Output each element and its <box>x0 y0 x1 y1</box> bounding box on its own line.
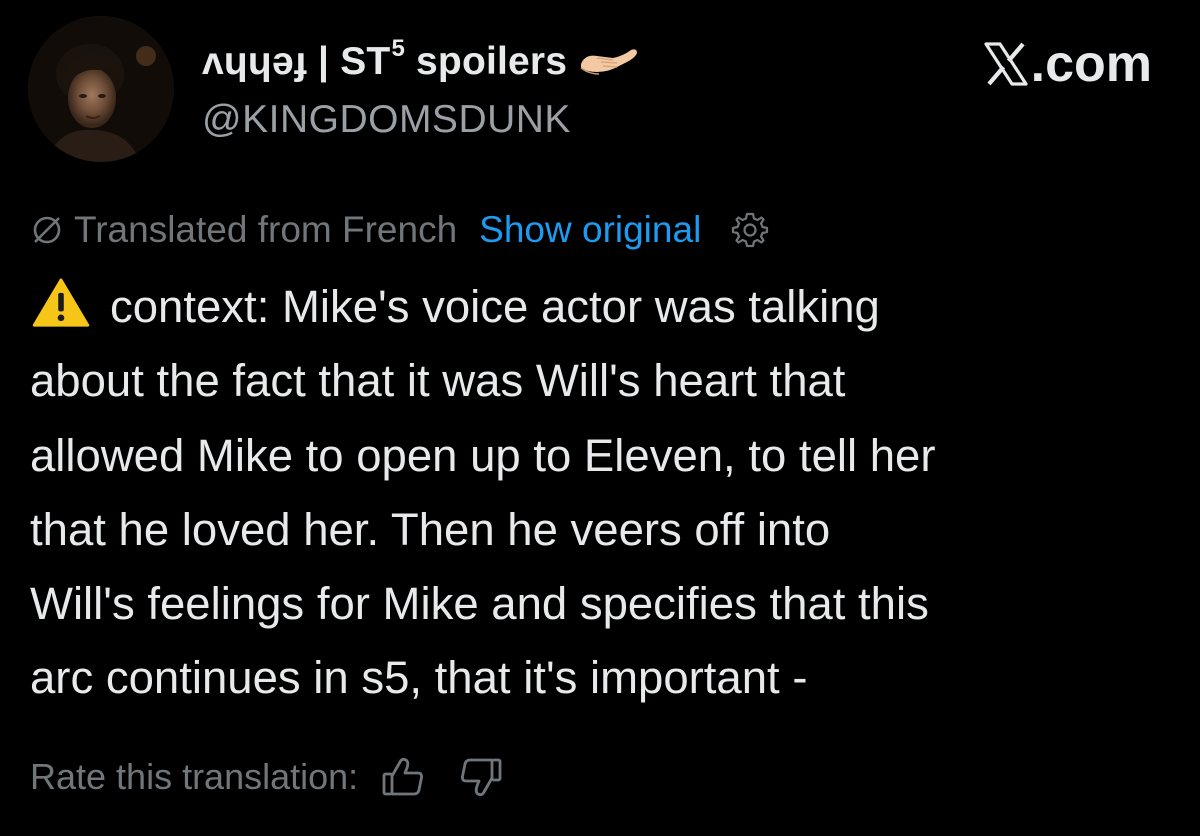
tweet-line: that he loved her. Then he veers off int… <box>30 503 831 555</box>
display-name-row: ʌɥɥǝɟ | ST5 spoilers <box>202 35 641 86</box>
rate-translation-bar: Rate this translation: <box>30 748 504 806</box>
x-logo-icon <box>984 42 1028 86</box>
tweet-text: context: Mike's voice actor was talking … <box>30 270 1180 716</box>
tweet-line-text: context: Mike's voice actor was talking <box>110 281 880 332</box>
site-domain-label: .com <box>1030 35 1152 93</box>
display-name-superscript: 5 <box>391 34 405 62</box>
display-name-text: ʌɥɥǝɟ | ST <box>202 39 391 83</box>
avatar-image <box>28 16 174 162</box>
tweet-line: Will's feelings for Mike and specifies t… <box>30 578 929 630</box>
thumbs-up-icon[interactable] <box>380 754 426 800</box>
show-original-link[interactable]: Show original <box>479 209 701 251</box>
warning-icon <box>32 278 90 327</box>
thumbs-down-icon[interactable] <box>458 754 504 800</box>
tweet-line: allowed Mike to open up to Eleven, to te… <box>30 429 936 481</box>
site-brand: .com <box>983 35 1152 93</box>
display-name-suffix: spoilers <box>405 39 568 83</box>
gear-icon[interactable] <box>731 211 769 249</box>
user-handle[interactable]: @KINGDOMSDUNK <box>202 98 571 142</box>
rate-translation-label: Rate this translation: <box>30 756 359 797</box>
tweet-line: context: Mike's voice actor was talking <box>30 270 1180 344</box>
avatar[interactable] <box>28 16 174 162</box>
display-name[interactable]: ʌɥɥǝɟ | ST5 spoilers <box>202 35 568 84</box>
tweet-line: about the fact that it was Will's heart … <box>30 355 846 407</box>
translated-from-label: Translated from French <box>74 209 458 250</box>
palm-up-hand-icon <box>580 49 638 75</box>
translate-icon <box>33 216 61 244</box>
translation-bar: Translated from French Show original <box>30 206 769 254</box>
tweet-line: arc continues in s5, that it's important… <box>30 652 808 704</box>
